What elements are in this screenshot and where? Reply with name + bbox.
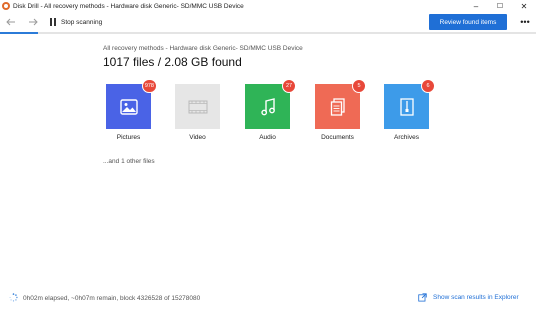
maximize-button[interactable]: ☐ bbox=[488, 0, 512, 12]
music-note-icon bbox=[260, 97, 275, 115]
other-files-text: ...and 1 other files bbox=[103, 158, 155, 165]
category-tile[interactable]: 6 bbox=[384, 79, 435, 129]
close-button[interactable]: ✕ bbox=[512, 0, 536, 12]
category-label: Documents bbox=[321, 134, 354, 141]
archive-icon bbox=[399, 97, 414, 116]
scan-source-subtitle: All recovery methods - Hardware disk Gen… bbox=[103, 45, 303, 52]
arrow-left-icon bbox=[6, 18, 15, 26]
category-label: Archives bbox=[394, 134, 419, 141]
loading-spinner-icon bbox=[9, 293, 18, 302]
forward-button[interactable] bbox=[22, 12, 44, 32]
disk-drill-logo-icon bbox=[2, 2, 10, 10]
category-tile[interactable]: 978 bbox=[106, 79, 157, 129]
more-options-button[interactable]: ••• bbox=[516, 14, 534, 30]
category-label: Audio bbox=[259, 134, 276, 141]
minimize-button[interactable]: – bbox=[464, 0, 488, 12]
scan-progress-bar bbox=[0, 32, 536, 34]
category-label: Pictures bbox=[116, 134, 141, 141]
external-link-icon bbox=[418, 293, 427, 302]
count-badge: 5 bbox=[352, 79, 366, 93]
category-pictures[interactable]: 978 Pictures bbox=[106, 79, 157, 141]
arrow-right-icon bbox=[29, 18, 38, 26]
back-button[interactable] bbox=[0, 12, 22, 32]
window-title: Disk Drill - All recovery methods - Hard… bbox=[13, 2, 244, 10]
count-badge: 27 bbox=[282, 79, 296, 93]
category-tile[interactable]: 27 bbox=[245, 79, 296, 129]
show-in-explorer-link[interactable]: Show scan results in Explorer bbox=[418, 293, 519, 302]
documents-icon bbox=[330, 97, 345, 116]
stop-scanning-button[interactable]: Stop scanning bbox=[61, 19, 102, 26]
film-icon bbox=[188, 100, 207, 113]
scan-status-text: 0h02m elapsed, ~0h07m remain, block 4326… bbox=[23, 295, 201, 302]
title-bar: Disk Drill - All recovery methods - Hard… bbox=[0, 0, 536, 12]
scan-progress-fill bbox=[0, 32, 38, 34]
pause-icon[interactable] bbox=[50, 18, 56, 26]
category-audio[interactable]: 27 Audio bbox=[245, 79, 296, 141]
category-tile[interactable]: 5 bbox=[315, 79, 366, 129]
files-found-headline: 1017 files / 2.08 GB found bbox=[103, 55, 242, 69]
window-controls: – ☐ ✕ bbox=[464, 0, 536, 12]
count-badge: 6 bbox=[421, 79, 435, 93]
explorer-link-label[interactable]: Show scan results in Explorer bbox=[433, 294, 519, 301]
category-video[interactable]: Video bbox=[175, 84, 220, 141]
count-badge: 978 bbox=[141, 79, 157, 93]
category-label: Video bbox=[189, 134, 206, 141]
toolbar: Stop scanning Review found items ••• bbox=[0, 12, 536, 32]
category-documents[interactable]: 5 Documents bbox=[315, 79, 366, 141]
image-icon bbox=[119, 98, 138, 115]
review-found-items-button[interactable]: Review found items bbox=[429, 14, 507, 30]
category-tile[interactable] bbox=[175, 84, 220, 129]
category-archives[interactable]: 6 Archives bbox=[384, 79, 435, 141]
